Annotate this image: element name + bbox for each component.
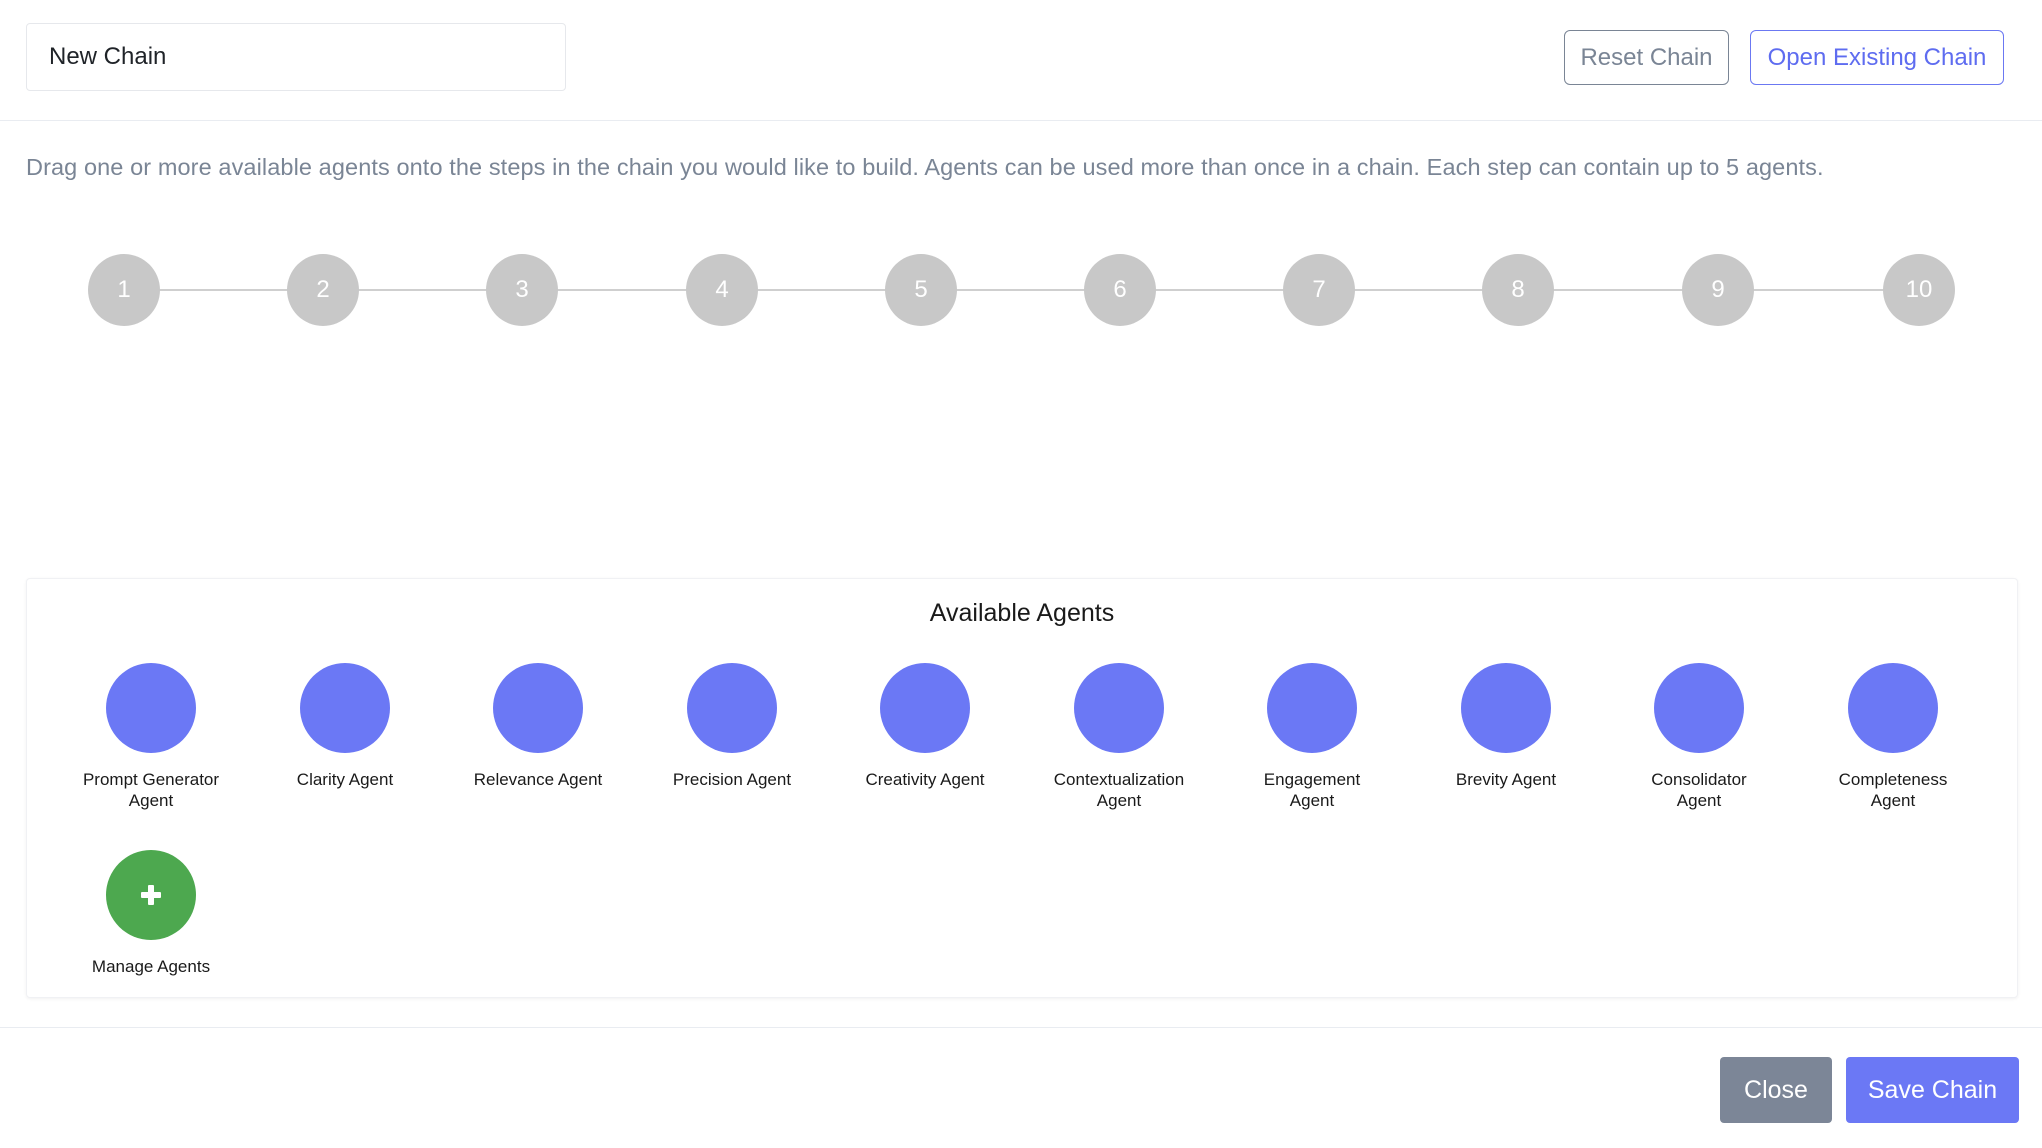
- agent-avatar: [1461, 663, 1551, 753]
- agent-avatar: [1654, 663, 1744, 753]
- agent-label: Clarity Agent: [296, 770, 394, 789]
- step-10[interactable]: 10: [1883, 254, 1955, 326]
- manage-agents-label: Manage Agents: [91, 957, 211, 976]
- open-existing-chain-button[interactable]: Open Existing Chain: [1750, 30, 2004, 85]
- modal-footer: Close Save Chain: [0, 1027, 2042, 1148]
- agent-avatar: [493, 663, 583, 753]
- agent-label: Precision Agent: [672, 770, 792, 789]
- step-4[interactable]: 4: [686, 254, 758, 326]
- agent-avatar: [1074, 663, 1164, 753]
- step-6[interactable]: 6: [1084, 254, 1156, 326]
- agent-precision[interactable]: Precision Agent: [652, 663, 812, 790]
- agent-label: Brevity Agent: [1455, 770, 1557, 789]
- agent-label: Relevance Agent: [473, 770, 603, 789]
- agent-clarity[interactable]: Clarity Agent: [265, 663, 425, 790]
- agent-engagement[interactable]: Engagement Agent: [1232, 663, 1392, 811]
- agent-avatar: [1848, 663, 1938, 753]
- step-2[interactable]: 2: [287, 254, 359, 326]
- step-8[interactable]: 8: [1482, 254, 1554, 326]
- agent-completeness[interactable]: Completeness Agent: [1813, 663, 1973, 811]
- step-3[interactable]: 3: [486, 254, 558, 326]
- step-9[interactable]: 9: [1682, 254, 1754, 326]
- close-button[interactable]: Close: [1720, 1057, 1832, 1123]
- manage-agents-button[interactable]: Manage Agents: [71, 850, 231, 977]
- agent-label: Prompt Generator Agent: [82, 770, 220, 810]
- available-agents-panel: Available Agents Prompt Generator Agent C…: [26, 578, 2018, 998]
- save-chain-button[interactable]: Save Chain: [1846, 1057, 2019, 1123]
- agent-relevance[interactable]: Relevance Agent: [458, 663, 618, 790]
- agent-label: Completeness Agent: [1838, 770, 1948, 810]
- step-1[interactable]: 1: [88, 254, 160, 326]
- step-7[interactable]: 7: [1283, 254, 1355, 326]
- agent-label: Consolidator Agent: [1651, 770, 1747, 810]
- chain-builder-modal: Reset Chain Open Existing Chain Drag one…: [0, 0, 2042, 1148]
- agent-prompt-generator[interactable]: Prompt Generator Agent: [71, 663, 231, 811]
- agent-avatar: [106, 663, 196, 753]
- agent-label: Contextualization Agent: [1053, 770, 1185, 810]
- agent-avatar: [1267, 663, 1357, 753]
- agent-contextualization[interactable]: Contextualization Agent: [1039, 663, 1199, 811]
- chain-stepper: 1 2 3 4 5 6 7 8 9 10: [88, 254, 1956, 326]
- agent-consolidator[interactable]: Consolidator Agent: [1619, 663, 1779, 811]
- plus-icon: [106, 850, 196, 940]
- agent-avatar: [300, 663, 390, 753]
- reset-chain-button[interactable]: Reset Chain: [1564, 30, 1729, 85]
- agent-label: Engagement Agent: [1263, 770, 1361, 810]
- chain-name-input[interactable]: [26, 23, 566, 91]
- agent-avatar: [880, 663, 970, 753]
- agent-avatar: [687, 663, 777, 753]
- agent-brevity[interactable]: Brevity Agent: [1426, 663, 1586, 790]
- step-5[interactable]: 5: [885, 254, 957, 326]
- stepper-connector-line: [124, 289, 1919, 291]
- agent-creativity[interactable]: Creativity Agent: [845, 663, 1005, 790]
- chain-header: Reset Chain Open Existing Chain: [0, 0, 2042, 121]
- available-agents-title: Available Agents: [929, 599, 1115, 627]
- agent-label: Creativity Agent: [865, 770, 985, 789]
- instructions-text: Drag one or more available agents onto t…: [26, 154, 1824, 180]
